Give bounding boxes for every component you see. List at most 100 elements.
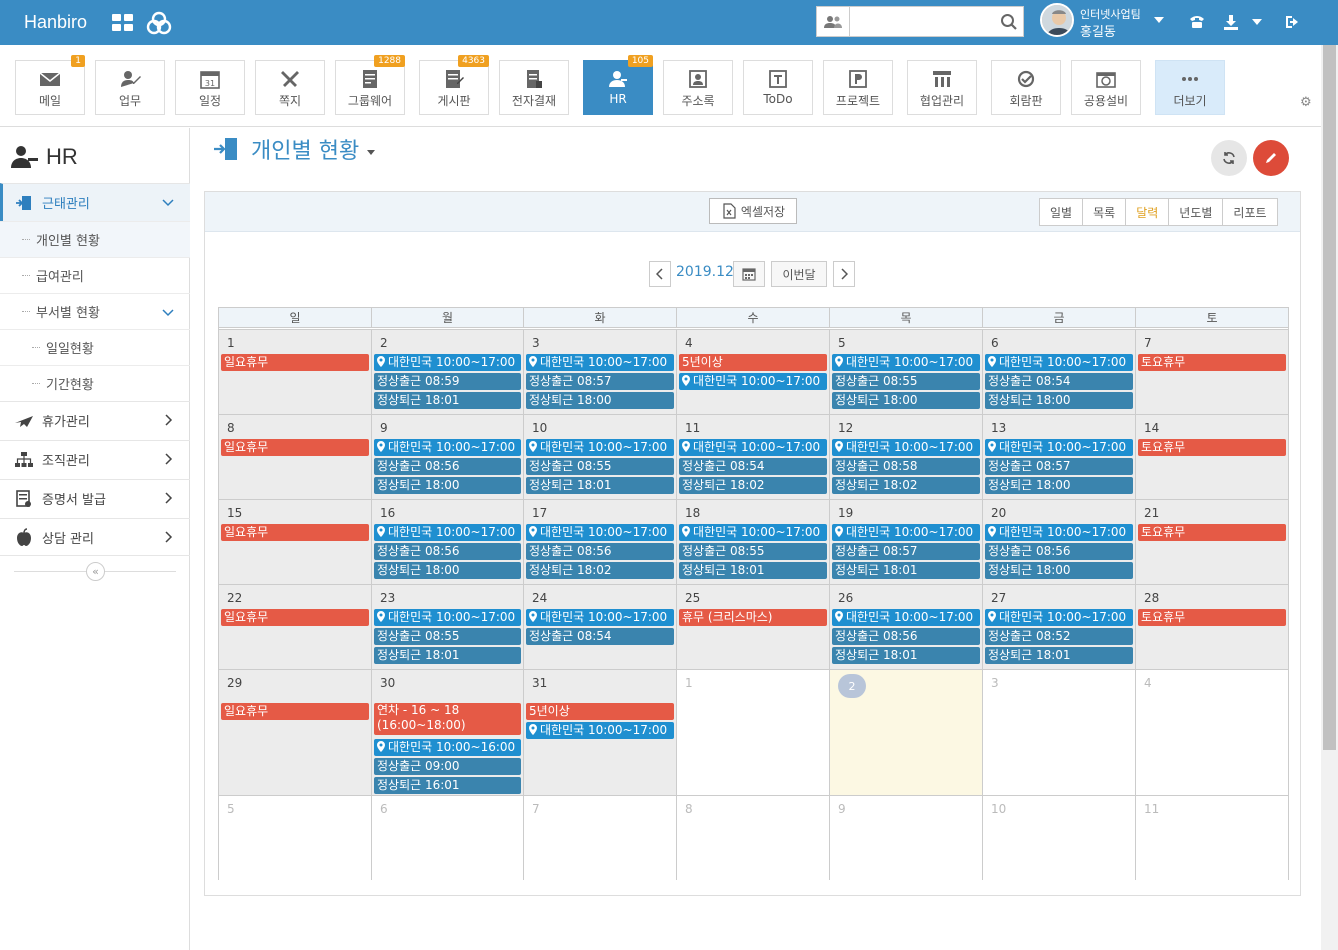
attendance-event[interactable]: 정상퇴근 18:01 bbox=[374, 647, 521, 664]
calendar-day-cell[interactable]: 20 대한민국 10:00~17:00 정상출근 08:56 정상퇴근 18:00 bbox=[982, 499, 1135, 584]
calendar-day-cell[interactable]: 3 대한민국 10:00~17:00 정상출근 08:57 정상퇴근 18:00 bbox=[523, 329, 676, 414]
calendar-day-cell[interactable]: 7 토요휴무 bbox=[1135, 329, 1288, 414]
attendance-event[interactable]: 정상출근 08:56 bbox=[374, 543, 521, 560]
calendar-day-cell[interactable]: 19 대한민국 10:00~17:00 정상출근 08:57 정상퇴근 18:01 bbox=[829, 499, 982, 584]
holiday-event[interactable]: 5년이상 bbox=[526, 703, 674, 720]
attendance-event[interactable]: 정상퇴근 18:02 bbox=[526, 562, 674, 579]
calendar-day-cell[interactable]: 8 일요휴무 bbox=[219, 414, 371, 499]
holiday-event[interactable]: 일요휴무 bbox=[221, 609, 369, 626]
attendance-event[interactable]: 정상퇴근 18:01 bbox=[526, 477, 674, 494]
attendance-event[interactable]: 정상출근 08:55 bbox=[679, 543, 827, 560]
calendar-day-cell[interactable]: 24 대한민국 10:00~17:00 정상출근 08:54 bbox=[523, 584, 676, 669]
attendance-event[interactable]: 정상퇴근 18:00 bbox=[374, 477, 521, 494]
work-location-event[interactable]: 대한민국 10:00~16:00 bbox=[374, 739, 521, 756]
app-hr[interactable]: HR 105 bbox=[583, 55, 653, 115]
work-location-event[interactable]: 대한민국 10:00~17:00 bbox=[985, 524, 1133, 541]
edit-button[interactable] bbox=[1253, 140, 1289, 176]
attendance-event[interactable]: 정상퇴근 18:00 bbox=[374, 562, 521, 579]
calendar-day-cell[interactable]: 10 대한민국 10:00~17:00 정상출근 08:55 정상퇴근 18:01 bbox=[523, 414, 676, 499]
holiday-event[interactable]: 휴무 (크리스마스) bbox=[679, 609, 827, 626]
calendar-day-cell[interactable]: 5 대한민국 10:00~17:00 정상출근 08:55 정상퇴근 18:00 bbox=[829, 329, 982, 414]
attendance-event[interactable]: 정상퇴근 18:00 bbox=[985, 392, 1133, 409]
sidebar-item-org[interactable]: 조직관리 bbox=[0, 440, 190, 478]
work-location-event[interactable]: 대한민국 10:00~17:00 bbox=[679, 439, 827, 456]
attendance-event[interactable]: 정상퇴근 18:01 bbox=[832, 562, 980, 579]
attendance-event[interactable]: 정상출근 08:57 bbox=[985, 458, 1133, 475]
calendar-day-cell[interactable]: 26 대한민국 10:00~17:00 정상출근 08:56 정상퇴근 18:01 bbox=[829, 584, 982, 669]
app-note[interactable]: 쪽지 bbox=[255, 60, 325, 115]
calendar-day-cell[interactable]: 23 대한민국 10:00~17:00 정상출근 08:55 정상퇴근 18:01 bbox=[371, 584, 523, 669]
attendance-event[interactable]: 정상출근 08:58 bbox=[832, 458, 980, 475]
sidebar-item-attendance[interactable]: 근태관리 bbox=[0, 183, 190, 221]
app-approval[interactable]: 전자결재 bbox=[499, 60, 569, 115]
calendar-day-cell[interactable]: 11 대한민국 10:00~17:00 정상출근 08:54 정상퇴근 18:02 bbox=[676, 414, 829, 499]
calendar-day-cell[interactable]: 9 대한민국 10:00~17:00 정상출근 08:56 정상퇴근 18:00 bbox=[371, 414, 523, 499]
calendar-day-cell[interactable]: 8 bbox=[676, 795, 829, 880]
work-location-event[interactable]: 대한민국 10:00~17:00 bbox=[679, 524, 827, 541]
attendance-event[interactable]: 정상출근 08:56 bbox=[985, 543, 1133, 560]
logout-icon[interactable] bbox=[1283, 13, 1301, 31]
download-icon[interactable] bbox=[1222, 13, 1240, 31]
sidebar-item-personal-status[interactable]: 개인별 현황 bbox=[0, 221, 190, 257]
sidebar-item-certificate[interactable]: 증명서 발급 bbox=[0, 479, 190, 517]
calendar-day-cell[interactable]: 28 토요휴무 bbox=[1135, 584, 1288, 669]
attendance-event[interactable]: 정상퇴근 18:01 bbox=[985, 647, 1133, 664]
attendance-event[interactable]: 정상퇴근 18:00 bbox=[985, 477, 1133, 494]
work-location-event[interactable]: 대한민국 10:00~17:00 bbox=[985, 354, 1133, 371]
attendance-event[interactable]: 정상출근 08:54 bbox=[526, 628, 674, 645]
sidebar-item-leave[interactable]: 휴가관리 bbox=[0, 401, 190, 439]
attendance-event[interactable]: 정상출근 08:57 bbox=[526, 373, 674, 390]
next-month-button[interactable] bbox=[833, 261, 855, 287]
attendance-event[interactable]: 정상출근 08:54 bbox=[985, 373, 1133, 390]
calendar-day-cell[interactable]: 1 bbox=[676, 669, 829, 795]
attendance-event[interactable]: 정상출근 08:52 bbox=[985, 628, 1133, 645]
prev-month-button[interactable] bbox=[649, 261, 671, 287]
calendar-day-cell[interactable]: 31 5년이상 대한민국 10:00~17:00 bbox=[523, 669, 676, 795]
holiday-event[interactable]: 일요휴무 bbox=[221, 524, 369, 541]
page-title[interactable]: 개인별 현황 bbox=[213, 134, 376, 164]
calendar-day-cell[interactable]: 21 토요휴무 bbox=[1135, 499, 1288, 584]
work-location-event[interactable]: 대한민국 10:00~17:00 bbox=[832, 609, 980, 626]
calendar-day-cell[interactable]: 4 5년이상 대한민국 10:00~17:00 bbox=[676, 329, 829, 414]
work-location-event[interactable]: 대한민국 10:00~17:00 bbox=[985, 439, 1133, 456]
attendance-event[interactable]: 정상퇴근 18:00 bbox=[526, 392, 674, 409]
attendance-event[interactable]: 정상출근 08:56 bbox=[526, 543, 674, 560]
sidebar-item-daily-status[interactable]: 일일현황 bbox=[0, 329, 190, 365]
app-board[interactable]: 게시판 4363 bbox=[419, 55, 489, 115]
apps-grid-icon[interactable] bbox=[112, 14, 134, 32]
tab-list[interactable]: 목록 bbox=[1082, 199, 1126, 225]
sidebar-item-counsel[interactable]: 상담 관리 bbox=[0, 518, 190, 556]
calendar-day-cell[interactable]: 13 대한민국 10:00~17:00 정상출근 08:57 정상퇴근 18:00 bbox=[982, 414, 1135, 499]
work-location-event[interactable]: 대한민국 10:00~17:00 bbox=[374, 609, 521, 626]
calendar-day-cell[interactable]: 4 bbox=[1135, 669, 1288, 795]
phone-icon[interactable] bbox=[1188, 13, 1206, 31]
attendance-event[interactable]: 정상퇴근 16:01 bbox=[374, 777, 521, 794]
calendar-day-cell[interactable]: 16 대한민국 10:00~17:00 정상출근 08:56 정상퇴근 18:00 bbox=[371, 499, 523, 584]
app-project[interactable]: 프로젝트 bbox=[823, 60, 893, 115]
this-month-button[interactable]: 이번달 bbox=[771, 261, 827, 287]
calendar-day-cell[interactable]: 27 대한민국 10:00~17:00 정상출근 08:52 정상퇴근 18:01 bbox=[982, 584, 1135, 669]
holiday-event[interactable]: 토요휴무 bbox=[1138, 524, 1286, 541]
attendance-event[interactable]: 정상퇴근 18:01 bbox=[832, 647, 980, 664]
contacts-button[interactable] bbox=[816, 6, 850, 37]
attendance-event[interactable]: 정상퇴근 18:00 bbox=[832, 392, 980, 409]
tab-daily[interactable]: 일별 bbox=[1040, 199, 1083, 225]
work-location-event[interactable]: 대한민국 10:00~17:00 bbox=[526, 524, 674, 541]
calendar-day-cell[interactable]: 2 대한민국 10:00~17:00 정상출근 08:59 정상퇴근 18:01 bbox=[371, 329, 523, 414]
scrollbar-thumb[interactable] bbox=[1323, 45, 1336, 750]
work-location-event[interactable]: 대한민국 10:00~17:00 bbox=[832, 439, 980, 456]
app-facility[interactable]: 공용설비 bbox=[1071, 60, 1141, 115]
calendar-day-cell[interactable]: 14 토요휴무 bbox=[1135, 414, 1288, 499]
work-location-event[interactable]: 대한민국 10:00~17:00 bbox=[832, 524, 980, 541]
attendance-event[interactable]: 정상출근 08:54 bbox=[679, 458, 827, 475]
calendar-day-cell[interactable]: 5 bbox=[219, 795, 371, 880]
calendar-day-cell[interactable]: 11 bbox=[1135, 795, 1288, 880]
work-location-event[interactable]: 대한민국 10:00~17:00 bbox=[374, 524, 521, 541]
calendar-day-cell[interactable]: 9 bbox=[829, 795, 982, 880]
calendar-day-cell[interactable]: 29 일요휴무 bbox=[219, 669, 371, 795]
calendar-day-cell[interactable]: 7 bbox=[523, 795, 676, 880]
attendance-event[interactable]: 정상출근 08:56 bbox=[374, 458, 521, 475]
app-circular[interactable]: 회람판 bbox=[991, 60, 1061, 115]
work-location-event[interactable]: 대한민국 10:00~17:00 bbox=[679, 373, 827, 390]
app-calendar[interactable]: 31 일정 bbox=[175, 60, 245, 115]
